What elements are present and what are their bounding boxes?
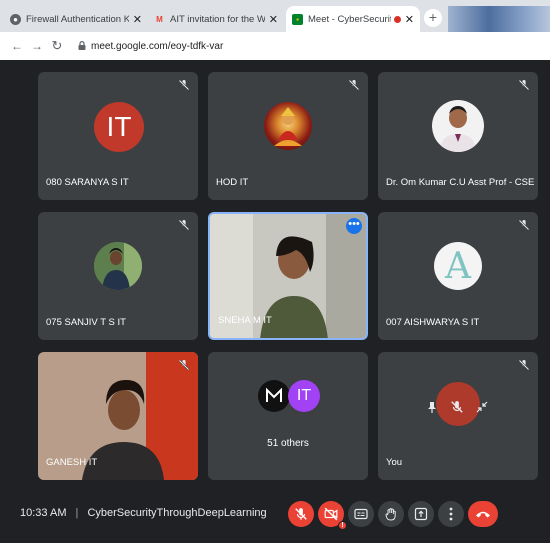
- lock-icon: [78, 40, 86, 52]
- participant-tile[interactable]: A 007 AISHWARYA S IT: [378, 212, 538, 340]
- logo-icon: [266, 387, 282, 402]
- url-text: meet.google.com/eoy-tdfk-var: [91, 40, 224, 52]
- gmail-icon: M: [156, 14, 163, 24]
- browser-chrome: ● Firewall Authentication Keepalive ✕ M …: [0, 0, 550, 60]
- warning-badge-icon: !: [338, 521, 347, 530]
- participant-name: 075 SANJIV T S IT: [46, 317, 126, 328]
- participant-tile-active-speaker[interactable]: ••• SNEHA M IT: [208, 212, 368, 340]
- more-vert-icon: [449, 507, 453, 521]
- present-icon: [414, 507, 428, 521]
- reload-icon[interactable]: ↻: [48, 38, 66, 54]
- meeting-name: CyberSecurityThroughDeepLearning: [87, 507, 267, 519]
- others-count: 51 others: [267, 438, 309, 449]
- close-tab-icon[interactable]: ✕: [133, 13, 142, 26]
- mic-off-icon: [178, 359, 190, 371]
- mic-off-icon: [178, 219, 190, 231]
- mic-off-icon[interactable]: [450, 400, 464, 414]
- mic-off-icon: [295, 508, 307, 520]
- participant-tile[interactable]: GANESH IT: [38, 352, 198, 480]
- tab-title: AIT invitation for the Workshop o: [170, 13, 265, 25]
- mic-off-icon: [178, 79, 190, 91]
- globe-icon: ●: [10, 13, 21, 25]
- camera-toggle-button[interactable]: !: [318, 501, 347, 530]
- meet-stage: IT 080 SARANYA S IT HOD IT Dr. Om Kumar …: [0, 60, 550, 543]
- meeting-info: 10:33 AM | CyberSecurityThroughDeepLearn…: [20, 507, 267, 519]
- tab-title: Meet - CyberSecurityThroug: [308, 13, 391, 25]
- window-background: [448, 6, 550, 32]
- person-photo: [440, 106, 476, 152]
- participant-name: 080 SARANYA S IT: [46, 177, 129, 188]
- back-icon[interactable]: ←: [8, 39, 26, 53]
- hand-icon: [385, 508, 396, 521]
- separator: |: [75, 507, 79, 519]
- mic-off-icon: [348, 79, 360, 91]
- avatar: A: [434, 242, 482, 290]
- participant-tile[interactable]: Dr. Om Kumar C.U Asst Prof - CSE De...: [378, 72, 538, 200]
- tab-title: Firewall Authentication Keepalive: [26, 13, 129, 25]
- url-field[interactable]: meet.google.com/eoy-tdfk-var: [78, 41, 223, 52]
- tab-gmail[interactable]: M AIT invitation for the Workshop o ✕: [148, 6, 284, 32]
- close-tab-icon[interactable]: ✕: [269, 13, 278, 26]
- close-tab-icon[interactable]: ✕: [405, 13, 414, 26]
- avatar: IT: [94, 102, 144, 152]
- recording-dot-icon: [393, 15, 401, 23]
- goddess-image: [274, 107, 302, 146]
- participant-name: Dr. Om Kumar C.U Asst Prof - CSE De...: [386, 177, 534, 188]
- avatar: [258, 380, 290, 412]
- mic-off-icon: [518, 359, 530, 371]
- raise-hand-button[interactable]: [378, 501, 404, 527]
- new-tab-button[interactable]: +: [424, 9, 442, 27]
- person-photo: [94, 242, 142, 290]
- avatar: [264, 102, 312, 150]
- tab-firewall[interactable]: ● Firewall Authentication Keepalive ✕: [4, 6, 148, 32]
- hang-up-icon: [476, 511, 490, 518]
- participant-name: HOD IT: [216, 177, 249, 188]
- self-tile[interactable]: You: [378, 352, 538, 480]
- mic-off-icon: [518, 79, 530, 91]
- meet-icon: ▪: [292, 13, 303, 25]
- leave-call-button[interactable]: [468, 501, 498, 527]
- participant-name: GANESH IT: [46, 457, 98, 468]
- participant-tile[interactable]: HOD IT: [208, 72, 368, 200]
- minimize-icon[interactable]: [476, 401, 488, 413]
- forward-icon[interactable]: →: [28, 39, 46, 53]
- camera-off-icon: [324, 507, 338, 521]
- meeting-time: 10:33 AM: [20, 507, 67, 519]
- more-options-button[interactable]: [438, 501, 464, 527]
- captions-button[interactable]: [348, 501, 374, 527]
- participant-tile[interactable]: 075 SANJIV T S IT: [38, 212, 198, 340]
- address-bar: ← → ↻ meet.google.com/eoy-tdfk-var: [0, 32, 550, 60]
- captions-icon: [354, 508, 368, 520]
- avatar: [432, 100, 484, 152]
- avatar: IT: [288, 380, 320, 412]
- more-options-icon[interactable]: •••: [346, 218, 362, 234]
- mic-toggle-button[interactable]: [288, 501, 314, 527]
- participant-tile[interactable]: IT 080 SARANYA S IT: [38, 72, 198, 200]
- mic-off-icon: [518, 219, 530, 231]
- others-tile[interactable]: IT 51 others: [208, 352, 368, 480]
- pin-icon[interactable]: [426, 401, 438, 413]
- tab-meet[interactable]: ▪ Meet - CyberSecurityThroug ✕: [286, 6, 420, 32]
- avatar: [94, 242, 142, 290]
- participant-name: SNEHA M IT: [218, 315, 272, 326]
- participant-name: 007 AISHWARYA S IT: [386, 317, 480, 328]
- present-screen-button[interactable]: [408, 501, 434, 527]
- self-tile-actions: [426, 400, 488, 414]
- participant-name: You: [386, 457, 403, 468]
